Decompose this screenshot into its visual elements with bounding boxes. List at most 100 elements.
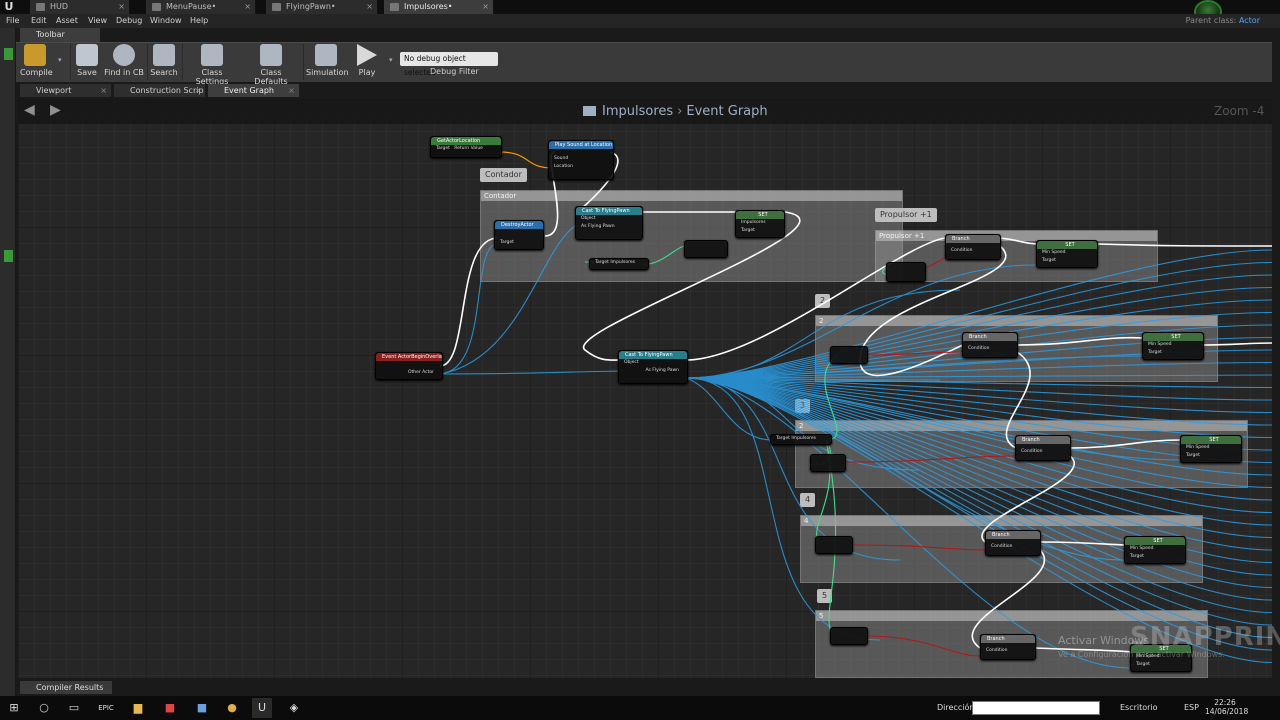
node-set-top[interactable]: SET Impulsores Target bbox=[735, 210, 785, 238]
pin-impulsores[interactable]: Impulsores bbox=[736, 219, 784, 227]
pin-other-actor[interactable]: Other Actor bbox=[376, 369, 442, 377]
pin-label: Impulsores bbox=[610, 260, 635, 265]
pin-min-speed[interactable]: Min Speed bbox=[1125, 545, 1185, 553]
node-branch-1[interactable]: Branch Condition bbox=[945, 234, 1001, 260]
pin-as-flying-pawn[interactable]: As Flying Pawn bbox=[619, 367, 687, 375]
pin-target[interactable]: Target bbox=[1125, 553, 1185, 561]
node-branch-3[interactable]: Branch Condition bbox=[1015, 435, 1071, 461]
epic-launcher-icon[interactable]: EPIC bbox=[96, 698, 116, 718]
pin-sound[interactable]: Sound bbox=[549, 155, 613, 163]
pin-target[interactable]: Target bbox=[1181, 452, 1241, 460]
object-wire bbox=[685, 377, 1273, 601]
chrome-icon[interactable]: ● bbox=[222, 698, 242, 718]
node-compare-1[interactable] bbox=[886, 262, 926, 282]
node-compare-5[interactable] bbox=[830, 627, 868, 645]
clock[interactable]: 22:26 14/06/2018 bbox=[1205, 698, 1249, 716]
app-icon[interactable]: ■ bbox=[192, 698, 212, 718]
node-title: Branch bbox=[981, 635, 1035, 643]
compiler-results-tab[interactable]: Compiler Results bbox=[20, 681, 112, 694]
node-get-impulsores[interactable]: Target Impulsores bbox=[589, 258, 649, 270]
pin-target[interactable]: Target bbox=[1037, 257, 1097, 265]
object-wire bbox=[685, 261, 1273, 379]
pin-min-speed[interactable]: Min Speed bbox=[1037, 249, 1097, 257]
node-title: DestroyActor bbox=[495, 221, 543, 229]
desktop-toolbar[interactable]: Escritorio bbox=[1120, 703, 1158, 712]
node-compare-4[interactable] bbox=[815, 536, 853, 554]
object-wires bbox=[439, 225, 1273, 669]
language-indicator[interactable]: ESP bbox=[1184, 703, 1199, 712]
pin-condition[interactable]: Condition bbox=[1016, 448, 1070, 456]
node-pin[interactable]: Target Return Value bbox=[431, 145, 501, 153]
pin-object[interactable]: Object bbox=[576, 215, 642, 223]
pin-condition[interactable]: Condition bbox=[946, 247, 1000, 255]
node-play-sound[interactable]: Play Sound at Location Sound Location bbox=[548, 140, 614, 180]
node-branch-5[interactable]: Branch Condition bbox=[980, 634, 1036, 660]
pin-target[interactable]: Target bbox=[1131, 661, 1191, 669]
node-title: SET bbox=[1125, 537, 1185, 545]
pin-location[interactable]: Location bbox=[549, 163, 613, 171]
node-title: Branch bbox=[1016, 436, 1070, 444]
node-branch-4[interactable]: Branch Condition bbox=[985, 530, 1041, 556]
node-compare-2[interactable] bbox=[830, 346, 868, 364]
pin-label: Impulsores bbox=[791, 436, 816, 441]
app-icon[interactable]: ■ bbox=[160, 698, 180, 718]
pin-label: Return Value bbox=[454, 146, 483, 151]
pin-condition[interactable]: Condition bbox=[963, 345, 1017, 353]
snapprint-watermark: SNAPPRINT bbox=[1130, 622, 1280, 652]
node-title: Cast To FlyingPawn bbox=[576, 207, 642, 215]
node-title: SET bbox=[1143, 333, 1203, 341]
unreal-editor-window: U HUD × MenuPause• × FlyingPawn• × Impulsor… bbox=[0, 0, 1280, 720]
node-cast-mid[interactable]: Cast To FlyingPawn Object As Flying Pawn bbox=[618, 350, 688, 384]
node-get-actor-location[interactable]: GetActorLocation Target Return Value bbox=[430, 136, 502, 158]
node-title: Branch bbox=[963, 333, 1017, 341]
node-title: Event ActorBeginOverlap bbox=[376, 353, 442, 361]
vector-wires bbox=[499, 151, 553, 169]
object-wire bbox=[439, 370, 622, 375]
node-set-1[interactable]: SET Min Speed Target bbox=[1036, 240, 1098, 268]
windows-start-icon[interactable]: ⊞ bbox=[4, 698, 24, 718]
activate-windows-text: Ve a Configuración para activar Windows. bbox=[1058, 650, 1225, 659]
pin-target[interactable]: Target bbox=[495, 239, 543, 247]
node-title: SET bbox=[1037, 241, 1097, 249]
clock-time: 22:26 bbox=[1214, 698, 1236, 707]
unreal-taskbar-icon[interactable]: U bbox=[252, 698, 272, 718]
node-title: SET bbox=[1181, 436, 1241, 444]
address-label: Dirección bbox=[937, 703, 975, 712]
node-compare-3[interactable] bbox=[810, 454, 846, 472]
pin-as-flying-pawn[interactable]: As Flying Pawn bbox=[576, 223, 642, 231]
node-set-4[interactable]: SET Min Speed Target bbox=[1124, 536, 1186, 564]
node-add-int[interactable] bbox=[684, 240, 728, 258]
node-get-impulsores-2[interactable]: Target Impulsores bbox=[770, 434, 832, 445]
pin-min-speed[interactable]: Min Speed bbox=[1181, 444, 1241, 452]
node-title: Cast To FlyingPawn bbox=[619, 351, 687, 359]
node-title: Branch bbox=[946, 235, 1000, 243]
pin-condition[interactable]: Condition bbox=[981, 647, 1035, 655]
node-branch-2[interactable]: Branch Condition bbox=[962, 332, 1018, 358]
pin-label: Target bbox=[776, 436, 790, 441]
app-icon[interactable]: ◈ bbox=[284, 698, 304, 718]
pin-label: Target bbox=[595, 260, 609, 265]
object-wire bbox=[439, 243, 497, 375]
pin-target[interactable]: Target bbox=[1143, 349, 1203, 357]
task-view-icon[interactable]: ▭ bbox=[64, 698, 84, 718]
search-icon[interactable]: ○ bbox=[34, 698, 54, 718]
clock-date: 14/06/2018 bbox=[1205, 707, 1249, 716]
object-wire bbox=[685, 377, 1131, 669]
node-set-2[interactable]: SET Min Speed Target bbox=[1142, 332, 1204, 360]
pin-target-impulsores[interactable]: Target Impulsores bbox=[771, 435, 831, 443]
node-destroy-actor[interactable]: DestroyActor Target bbox=[494, 220, 544, 250]
pin-target-impulsores[interactable]: Target Impulsores bbox=[590, 259, 648, 267]
compiler-results-label: Compiler Results bbox=[36, 683, 104, 692]
node-title: GetActorLocation bbox=[431, 137, 501, 145]
pin-target[interactable]: Target bbox=[736, 227, 784, 235]
pin-condition[interactable]: Condition bbox=[986, 543, 1040, 551]
pin-object[interactable]: Object bbox=[619, 359, 687, 367]
node-set-3[interactable]: SET Min Speed Target bbox=[1180, 435, 1242, 463]
node-event-begin-overlap[interactable]: Event ActorBeginOverlap Other Actor bbox=[375, 352, 443, 380]
pin-min-speed[interactable]: Min Speed bbox=[1143, 341, 1203, 349]
node-cast-top[interactable]: Cast To FlyingPawn Object As Flying Pawn bbox=[575, 206, 643, 240]
node-title: SET bbox=[736, 211, 784, 219]
file-explorer-icon[interactable]: ▆ bbox=[128, 698, 148, 718]
address-input[interactable] bbox=[972, 701, 1100, 715]
object-wire bbox=[685, 377, 1273, 614]
